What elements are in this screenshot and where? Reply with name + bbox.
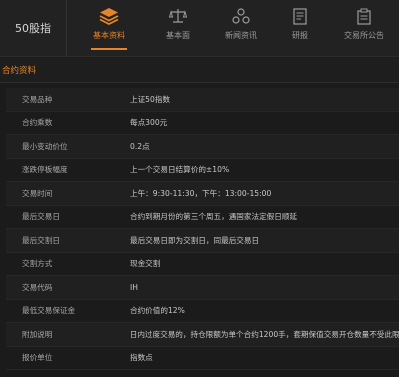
tab-label: 基本资料 [93, 31, 125, 40]
table-row: 附加说明 日内过度交易的，持仓限额为单个合约1200手，套期保值交易开仓数量不受此… [6, 323, 399, 347]
row-label: 交易时间 [22, 188, 53, 198]
tab-basic-info[interactable]: 基本资料 [74, 0, 144, 56]
row-value: 上一个交易日结算价的±10% [130, 165, 230, 175]
row-label: 交易品种 [22, 94, 53, 104]
table-row: 合约乘数 每点300元 [6, 112, 399, 135]
table-row: 最小变动价位 0.2点 [6, 135, 399, 159]
clipboard-icon [357, 6, 371, 26]
product-title: 50股指 [0, 0, 67, 56]
row-value: 合约价值的12% [130, 306, 185, 316]
table-row: 最后交易日 合约到期月份的第三个周五，遇国家法定假日顺延 [6, 206, 399, 229]
tab-research[interactable]: 研报 [278, 0, 322, 56]
scales-icon [169, 6, 187, 26]
row-label: 最低交易保证金 [22, 306, 76, 316]
row-value: 指数点 [130, 353, 153, 363]
molecule-icon [232, 6, 250, 26]
row-label: 报价单位 [22, 353, 53, 363]
tab-label: 交易所公告 [344, 31, 384, 40]
table-row: 最低交易保证金 合约价值的12% [6, 300, 399, 323]
table-row: 报价单位 指数点 [6, 347, 399, 370]
row-value: 合约到期月份的第三个周五，遇国家法定假日顺延 [130, 212, 298, 222]
contract-info-table: 交易品种 上证50指数 合约乘数 每点300元 最小变动价位 0.2点 涨跌停板幅度上… [6, 88, 399, 370]
row-label: 最小变动价位 [22, 141, 68, 151]
row-label: 交割方式 [22, 259, 53, 269]
stack-layers-icon [99, 6, 119, 26]
table-row: 交易品种 上证50指数 [6, 88, 399, 112]
table-row: 涨跌停板幅度 上一个交易日结算价的±10% [6, 159, 399, 182]
row-label: 最后交易日 [22, 212, 60, 222]
document-icon [293, 6, 307, 26]
row-value: 日内过度交易的，持仓限额为单个合约1200手，套期保值交易开仓数量不受此限 [129, 329, 399, 339]
table-row: 交割方式 现金交割 [6, 253, 399, 276]
table-row: 交易代码 IH [6, 276, 399, 300]
top-nav-bar: 50股指 基本资料 基本面 新闻资讯 研报 交易所公告 [0, 0, 399, 57]
table-row: 最后交割日 最后交易日即为交割日，同最后交易日 [6, 229, 399, 253]
tab-label: 基本面 [166, 31, 190, 40]
tab-label: 新闻资讯 [225, 31, 257, 40]
tab-exchange-notices[interactable]: 交易所公告 [334, 0, 394, 56]
row-value: 上证50指数 [130, 94, 171, 104]
row-label: 交易代码 [22, 282, 53, 292]
tab-label: 研报 [292, 31, 308, 40]
row-label: 最后交割日 [22, 235, 60, 245]
section-title: 合约资料 [0, 58, 399, 82]
row-value: 最后交易日即为交割日，同最后交易日 [130, 235, 260, 245]
table-row: 交易时间 上午：9:30-11:30，下午：13:00-15:00 [6, 182, 399, 206]
divider [0, 82, 399, 83]
tab-fundamentals[interactable]: 基本面 [150, 0, 206, 56]
row-value: 上午：9:30-11:30，下午：13:00-15:00 [130, 188, 272, 198]
row-value: 0.2点 [130, 141, 150, 151]
tab-news[interactable]: 新闻资讯 [212, 0, 270, 56]
row-value: 现金交割 [130, 259, 161, 269]
row-value: IH [130, 282, 138, 292]
row-label: 涨跌停板幅度 [22, 165, 68, 175]
row-value: 每点300元 [130, 118, 168, 128]
row-label: 合约乘数 [22, 118, 53, 128]
row-label: 附加说明 [22, 329, 53, 339]
